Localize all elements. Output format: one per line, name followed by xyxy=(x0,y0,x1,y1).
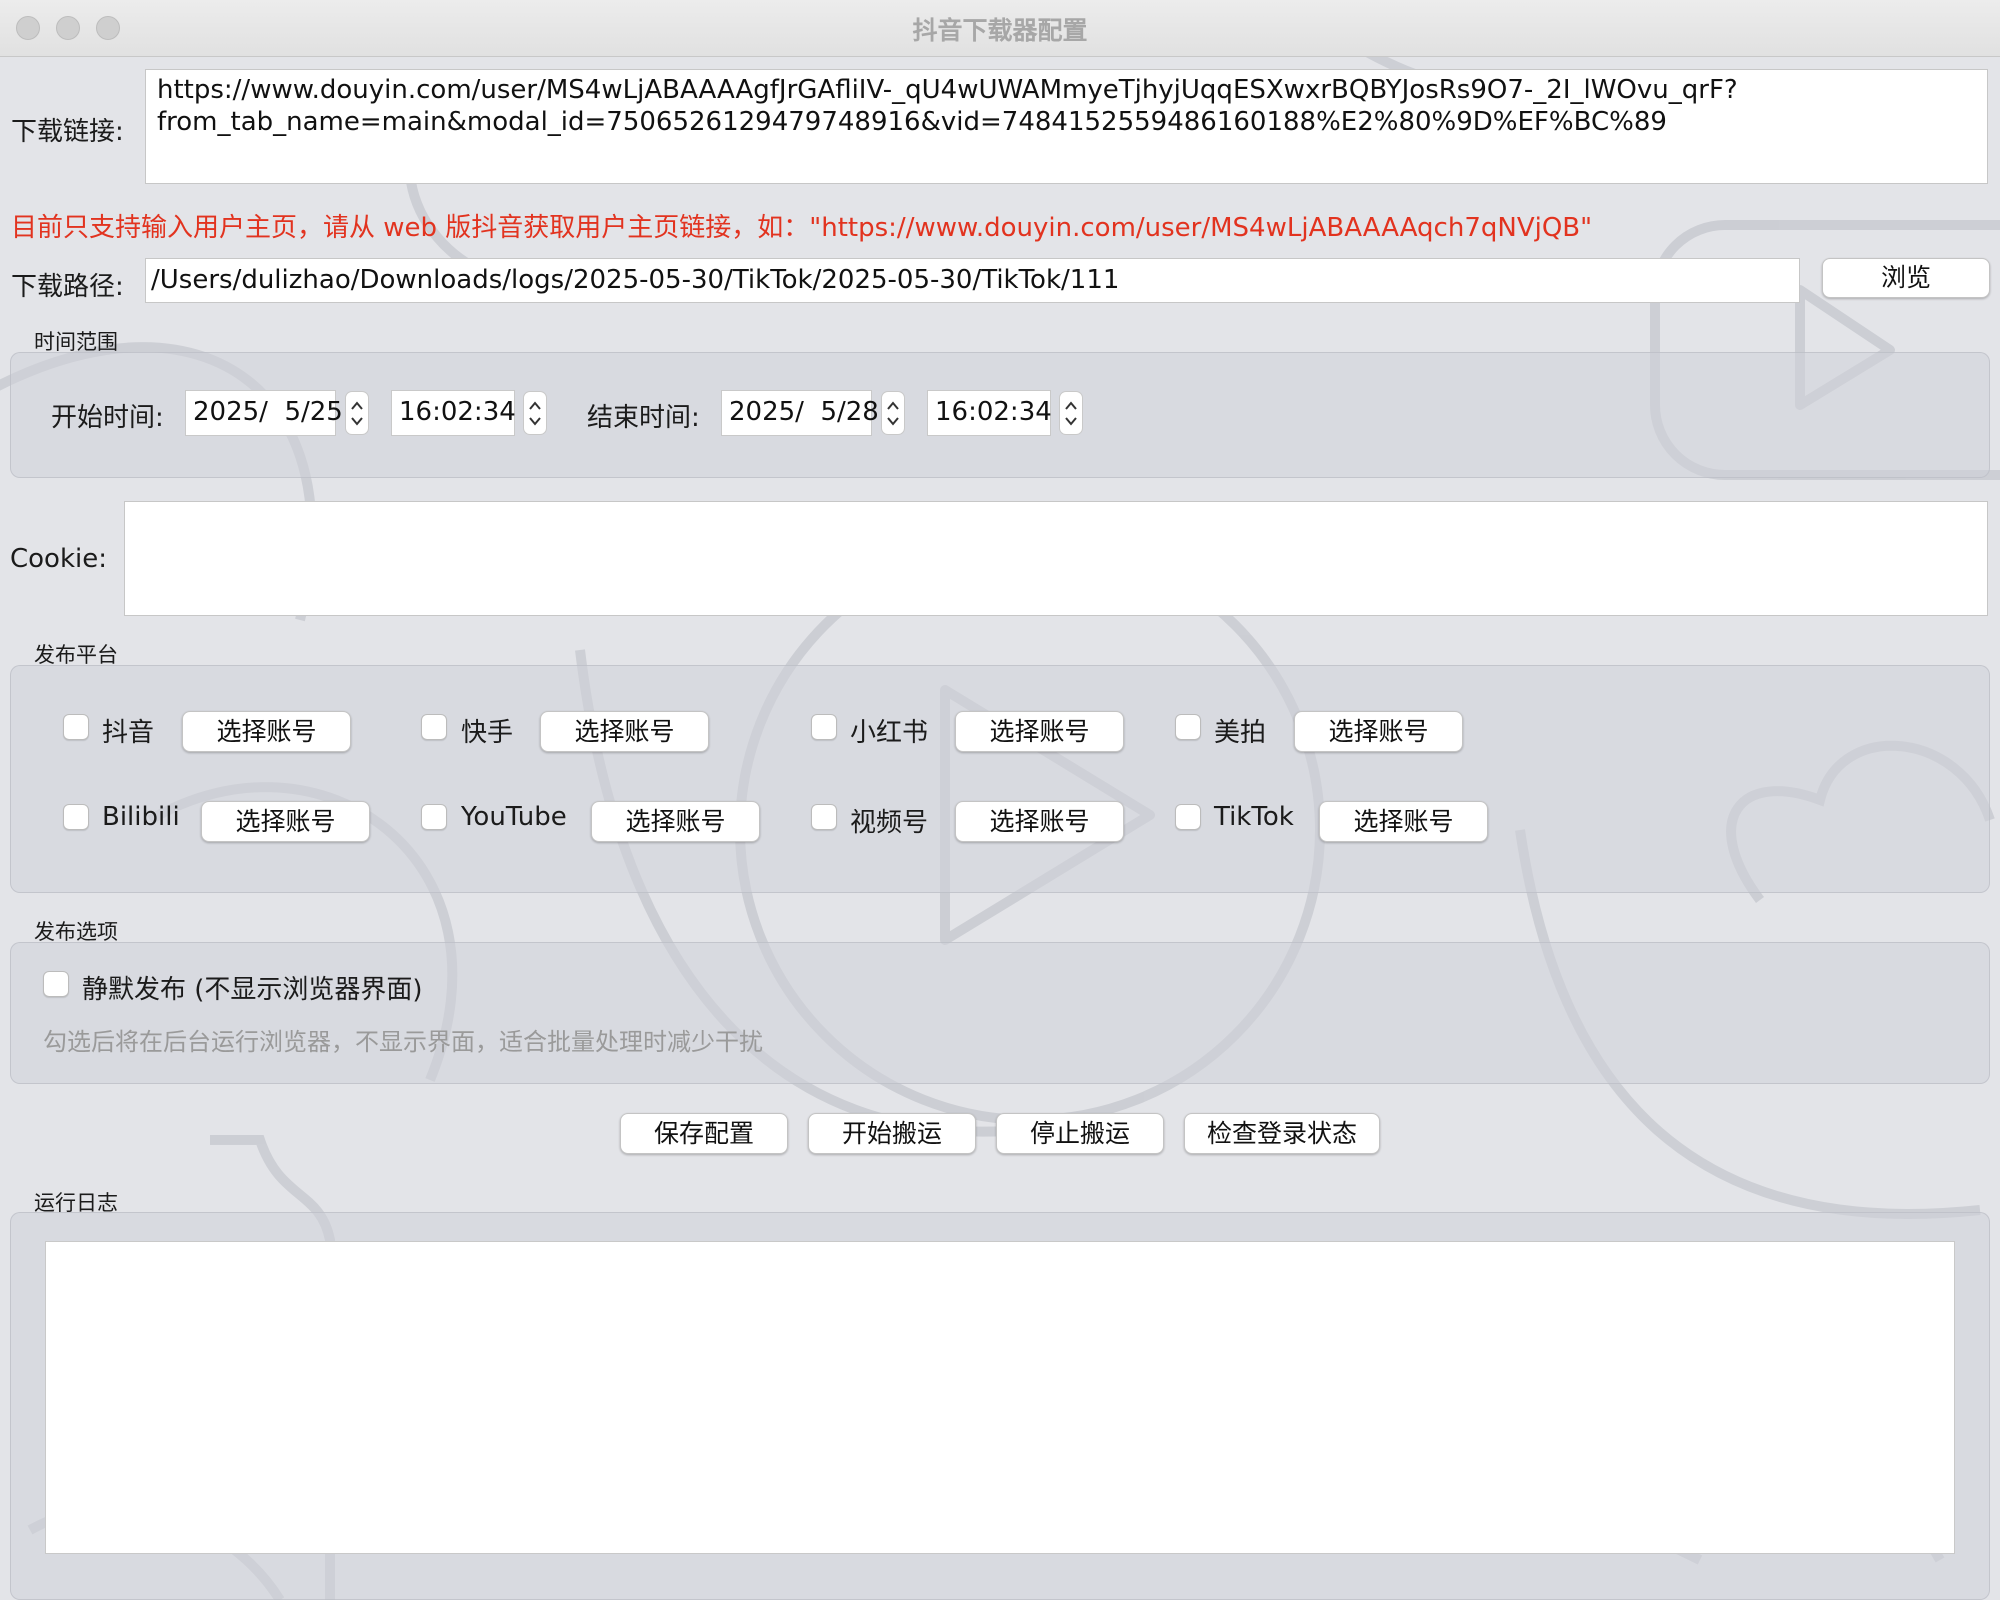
platform-checkbox-shipinhao[interactable] xyxy=(811,804,837,830)
end-time-label: 结束时间: xyxy=(587,403,700,433)
window-title: 抖音下载器配置 xyxy=(912,16,1088,45)
start-time-stepper[interactable] xyxy=(523,391,547,435)
select-account-button-xiaohongshu[interactable]: 选择账号 xyxy=(955,711,1124,752)
chevron-down-icon xyxy=(887,417,899,426)
select-account-button-meipai[interactable]: 选择账号 xyxy=(1294,711,1463,752)
download-path-input[interactable]: /Users/dulizhao/Downloads/logs/2025-05-3… xyxy=(145,258,1800,303)
platform-label-douyin: 抖音 xyxy=(102,718,155,748)
download-link-label: 下载链接: xyxy=(11,117,124,147)
end-date-field[interactable]: 2025/ 5/28 xyxy=(721,390,879,436)
start-time-field[interactable]: 16:02:34 xyxy=(391,390,516,436)
platform-checkbox-meipai[interactable] xyxy=(1175,714,1201,740)
select-account-button-kuaishou[interactable]: 选择账号 xyxy=(540,711,709,752)
platform-label-xiaohongshu: 小红书 xyxy=(850,718,929,748)
select-account-button-shipinhao[interactable]: 选择账号 xyxy=(955,801,1124,842)
platform-checkbox-tiktok[interactable] xyxy=(1175,804,1201,830)
silent-publish-hint: 勾选后将在后台运行浏览器，不显示界面，适合批量处理时减少干扰 xyxy=(43,1028,763,1056)
platform-label-youtube: YouTube xyxy=(461,802,567,832)
link-format-notice: 目前只支持输入用户主页，请从 web 版抖音获取用户主页链接，如："https:… xyxy=(11,213,1593,243)
platform-checkbox-kuaishou[interactable] xyxy=(421,714,447,740)
save-config-button[interactable]: 保存配置 xyxy=(620,1113,788,1154)
cookie-input[interactable] xyxy=(124,501,1988,616)
platform-label-bilibili: Bilibili xyxy=(102,802,180,832)
check-login-button[interactable]: 检查登录状态 xyxy=(1184,1113,1380,1154)
download-link-input[interactable]: https://www.douyin.com/user/MS4wLjABAAAA… xyxy=(145,69,1988,184)
title-bar: 抖音下载器配置 xyxy=(0,0,2000,57)
platform-checkbox-xiaohongshu[interactable] xyxy=(811,714,837,740)
chevron-down-icon xyxy=(1065,417,1077,426)
end-date-stepper[interactable] xyxy=(881,391,905,435)
download-path-label: 下载路径: xyxy=(11,272,124,302)
platform-label-shipinhao: 视频号 xyxy=(850,808,929,838)
start-transfer-button[interactable]: 开始搬运 xyxy=(808,1113,976,1154)
chevron-up-icon xyxy=(529,401,541,410)
stop-transfer-button[interactable]: 停止搬运 xyxy=(996,1113,1164,1154)
platform-checkbox-douyin[interactable] xyxy=(63,714,89,740)
log-output[interactable] xyxy=(45,1241,1955,1554)
select-account-button-tiktok[interactable]: 选择账号 xyxy=(1319,801,1488,842)
chevron-down-icon xyxy=(351,417,363,426)
chevron-down-icon xyxy=(529,417,541,426)
select-account-button-youtube[interactable]: 选择账号 xyxy=(591,801,760,842)
platform-label-kuaishou: 快手 xyxy=(461,718,514,748)
platform-label-meipai: 美拍 xyxy=(1214,718,1267,748)
platform-checkbox-youtube[interactable] xyxy=(421,804,447,830)
chevron-up-icon xyxy=(1065,401,1077,410)
options-group xyxy=(10,942,1990,1084)
chevron-up-icon xyxy=(887,401,899,410)
platforms-group xyxy=(10,665,1990,893)
chevron-up-icon xyxy=(351,401,363,410)
end-time-field[interactable]: 16:02:34 xyxy=(927,390,1052,436)
app-window: 抖音下载器配置 下载链接: https://www.douyin.com/use… xyxy=(0,0,2000,1600)
start-date-field[interactable]: 2025/ 5/25 xyxy=(185,390,343,436)
end-time-stepper[interactable] xyxy=(1059,391,1083,435)
start-date-stepper[interactable] xyxy=(345,391,369,435)
platform-label-tiktok: TikTok xyxy=(1214,802,1294,832)
select-account-button-douyin[interactable]: 选择账号 xyxy=(182,711,351,752)
platform-checkbox-bilibili[interactable] xyxy=(63,804,89,830)
start-time-label: 开始时间: xyxy=(51,403,164,433)
cookie-label: Cookie: xyxy=(10,544,108,574)
silent-publish-checkbox[interactable] xyxy=(43,971,69,997)
silent-publish-label: 静默发布 (不显示浏览器界面) xyxy=(82,975,423,1005)
select-account-button-bilibili[interactable]: 选择账号 xyxy=(201,801,370,842)
browse-button[interactable]: 浏览 xyxy=(1822,258,1990,298)
